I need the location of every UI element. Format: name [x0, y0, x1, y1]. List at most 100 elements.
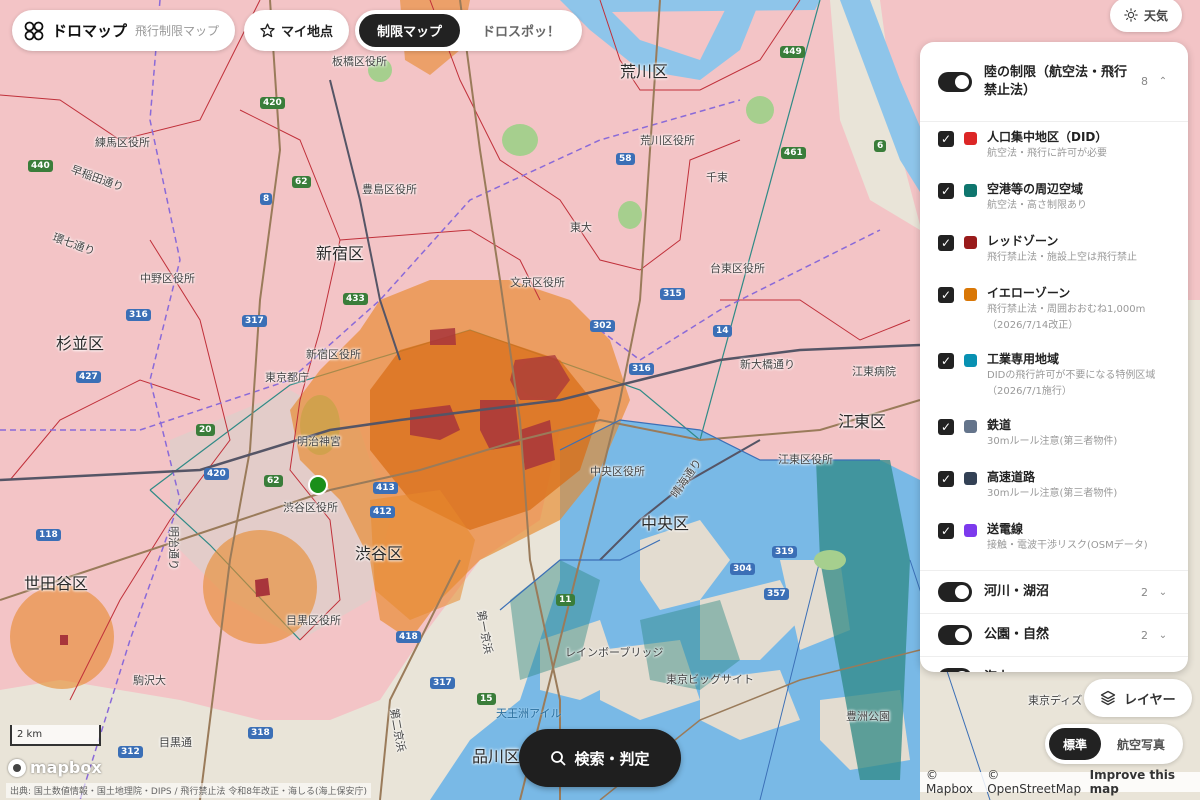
- current-location-marker[interactable]: [308, 475, 328, 495]
- layer-name: 工業専用地域: [987, 352, 1060, 366]
- layer-button[interactable]: レイヤー: [1084, 679, 1192, 717]
- layer-desc-note: （2026/7/1施行）: [987, 386, 1072, 397]
- basemap-standard[interactable]: 標準: [1049, 728, 1102, 760]
- route-shield-6: 6: [874, 140, 887, 152]
- layer-checkbox[interactable]: ✓: [938, 419, 954, 435]
- data-source-credit: 出典: 国土数値情報・国土地理院・DIPS / 飛行禁止法 令和8年改正・海しる…: [6, 783, 371, 798]
- layer-desc: DIDの飛行許可が不要になる特例区域: [987, 370, 1156, 381]
- chevron-up-icon[interactable]: ⌃: [1156, 76, 1170, 87]
- route-shield-11: 11: [556, 594, 575, 606]
- layer-item-expressway[interactable]: ✓ 高速道路 30mルール注意(第三者物件): [920, 468, 1188, 520]
- layer-checkbox[interactable]: ✓: [938, 287, 954, 303]
- group-title: 河川・湖沼: [984, 584, 1050, 599]
- route-shield-14: 14: [713, 325, 732, 337]
- layer-swatch: [964, 354, 977, 367]
- app-name: ドロマップ: [52, 22, 128, 40]
- group-land-restriction[interactable]: 陸の制限（航空法・飛行禁止法） 8 ⌃: [920, 42, 1188, 122]
- weather-button[interactable]: 天気: [1110, 0, 1183, 32]
- group-title: 公園・自然: [984, 627, 1050, 642]
- route-shield-427: 427: [76, 371, 101, 383]
- route-shield-118: 118: [36, 529, 61, 541]
- route-shield-316b: 316: [629, 363, 654, 375]
- layer-checkbox[interactable]: ✓: [938, 183, 954, 199]
- group-land-count: 8: [1141, 75, 1148, 88]
- group-sea-toggle[interactable]: [938, 668, 972, 672]
- layer-desc: 航空法・高さ制限あり: [987, 200, 1087, 211]
- map-mode-switch[interactable]: 制限マップ ドロスポッ！: [355, 10, 583, 51]
- basemap-switch[interactable]: 標準 航空写真: [1045, 724, 1184, 764]
- tab-drospot[interactable]: ドロスポッ！: [464, 14, 578, 47]
- group-rivers-toggle[interactable]: [938, 582, 972, 602]
- weather-label: 天気: [1144, 8, 1169, 23]
- tab-restriction-map[interactable]: 制限マップ: [359, 14, 461, 47]
- layer-name: 鉄道: [987, 418, 1012, 432]
- layer-name: 人口集中地区（DID）: [987, 130, 1108, 144]
- search-judge-button[interactable]: 検索・判定: [519, 729, 681, 787]
- layer-swatch: [964, 524, 977, 537]
- group-sea[interactable]: 海上 3 ⌄: [920, 656, 1188, 672]
- app-brand[interactable]: ドロマップ 飛行制限マップ: [12, 10, 236, 51]
- mapbox-logo[interactable]: mapbox: [8, 758, 102, 777]
- layer-item-did[interactable]: ✓ 人口集中地区（DID） 航空法・飛行に許可が必要: [920, 128, 1188, 180]
- basemap-aerial[interactable]: 航空写真: [1103, 728, 1179, 760]
- layer-item-airport[interactable]: ✓ 空港等の周辺空域 航空法・高さ制限あり: [920, 180, 1188, 232]
- route-shield-20: 20: [196, 424, 215, 436]
- chevron-down-icon[interactable]: ⌄: [1156, 587, 1170, 598]
- search-judge-label: 検索・判定: [574, 749, 650, 768]
- route-shield-449: 449: [780, 46, 805, 58]
- layer-desc: 30mルール注意(第三者物件): [987, 488, 1118, 499]
- route-shield-8: 8: [260, 193, 273, 205]
- map-scale-bar: 2 km: [10, 725, 101, 746]
- layer-checkbox[interactable]: ✓: [938, 235, 954, 251]
- route-shield-15: 15: [477, 693, 496, 705]
- group-title: 海上: [980, 669, 1128, 672]
- layer-desc: 飛行禁止法・施設上空は飛行禁止: [987, 252, 1137, 263]
- layer-item-yellow-zone[interactable]: ✓ イエローゾーン 飛行禁止法・周囲おおむね1,000m （2026/7/14改…: [920, 284, 1188, 350]
- layer-checkbox[interactable]: ✓: [938, 131, 954, 147]
- group-land-toggle[interactable]: [938, 71, 972, 92]
- group-rivers[interactable]: 河川・湖沼 2 ⌄: [920, 570, 1188, 613]
- route-shield-304: 304: [730, 563, 755, 575]
- layer-panel: 陸の制限（航空法・飛行禁止法） 8 ⌃ ✓ 人口集中地区（DID） 航空法・飛行…: [920, 42, 1188, 672]
- map-attribution: © Mapbox © OpenStreetMap Improve this ma…: [920, 768, 1200, 796]
- route-shield-357: 357: [764, 588, 789, 600]
- route-shield-418: 418: [396, 631, 421, 643]
- layer-swatch: [964, 288, 977, 301]
- layer-desc: 30mルール注意(第三者物件): [987, 436, 1118, 447]
- chevron-down-icon[interactable]: ⌄: [1156, 630, 1170, 641]
- group-parks-toggle[interactable]: [938, 625, 972, 645]
- layer-item-power-line[interactable]: ✓ 送電線 接触・電波干渉リスク(OSMデータ): [920, 520, 1188, 570]
- group-count: 2: [1141, 628, 1148, 642]
- group-parks[interactable]: 公園・自然 2 ⌄: [920, 613, 1188, 656]
- layer-name: 送電線: [987, 522, 1024, 536]
- layer-name: イエローゾーン: [987, 286, 1071, 300]
- attrib-osm[interactable]: © OpenStreetMap: [987, 768, 1083, 796]
- search-icon: [551, 751, 566, 766]
- layer-button-label: レイヤー: [1124, 692, 1176, 708]
- improve-map-link[interactable]: Improve this map: [1090, 768, 1194, 796]
- layer-item-railway[interactable]: ✓ 鉄道 30mルール注意(第三者物件): [920, 416, 1188, 468]
- mapbox-logo-icon: [8, 758, 26, 777]
- group-land-title: 陸の制限（航空法・飛行禁止法）: [984, 64, 1128, 98]
- layer-swatch: [964, 420, 977, 433]
- route-shield-58: 58: [616, 153, 635, 165]
- layer-item-industrial[interactable]: ✓ 工業専用地域 DIDの飛行許可が不要になる特例区域 （2026/7/1施行）: [920, 350, 1188, 416]
- route-shield-312: 312: [118, 746, 143, 758]
- my-spot-button[interactable]: マイ地点: [244, 10, 350, 51]
- route-shield-62: 62: [292, 176, 311, 188]
- attrib-mapbox[interactable]: © Mapbox: [926, 768, 981, 796]
- group-count: 2: [1141, 585, 1148, 599]
- layer-item-red-zone[interactable]: ✓ レッドゾーン 飛行禁止法・施設上空は飛行禁止: [920, 232, 1188, 284]
- route-shield-433: 433: [343, 293, 368, 305]
- sun-icon: [1124, 8, 1138, 22]
- route-shield-315: 315: [660, 288, 685, 300]
- layer-checkbox[interactable]: ✓: [938, 353, 954, 369]
- my-spot-label: マイ地点: [281, 25, 334, 40]
- route-shield-317: 317: [242, 315, 267, 327]
- route-shield-318: 318: [248, 727, 273, 739]
- route-shield-317b: 317: [430, 677, 455, 689]
- layer-swatch: [964, 236, 977, 249]
- layer-checkbox[interactable]: ✓: [938, 471, 954, 487]
- layer-checkbox[interactable]: ✓: [938, 523, 954, 539]
- star-icon: [260, 23, 275, 38]
